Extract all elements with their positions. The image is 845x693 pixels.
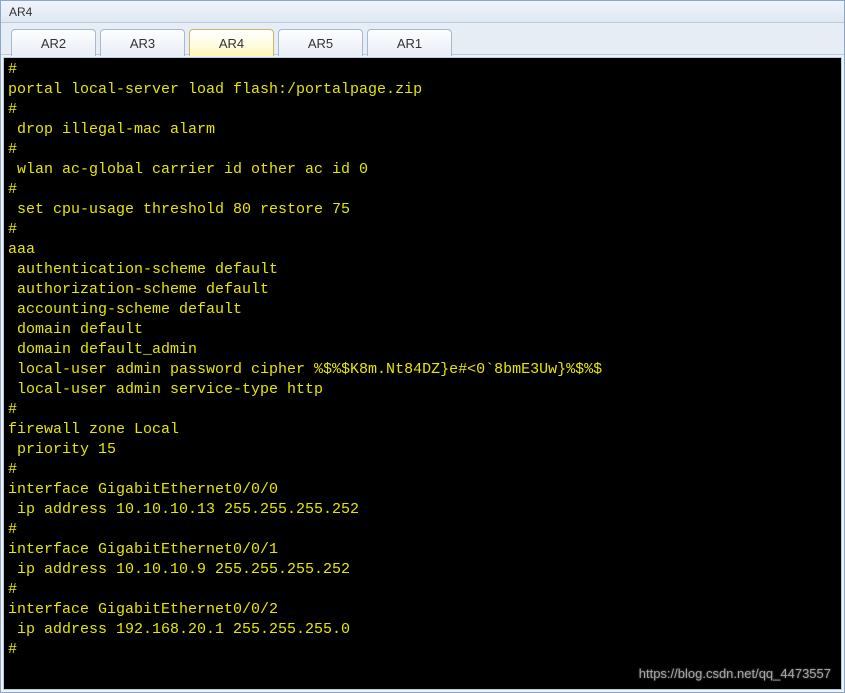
app-window: AR4 AR2 AR3 AR4 AR5 AR1 # portal local-s…	[0, 0, 845, 693]
tab-label: AR3	[130, 36, 155, 51]
tab-ar4[interactable]: AR4	[189, 29, 274, 56]
tab-ar5[interactable]: AR5	[278, 29, 363, 56]
title-bar: AR4	[1, 1, 844, 23]
terminal-output[interactable]: # portal local-server load flash:/portal…	[4, 58, 841, 689]
tab-ar1[interactable]: AR1	[367, 29, 452, 56]
tab-ar3[interactable]: AR3	[100, 29, 185, 56]
tab-bar: AR2 AR3 AR4 AR5 AR1	[1, 23, 844, 55]
tab-label: AR5	[308, 36, 333, 51]
window-title: AR4	[9, 5, 32, 19]
tab-ar2[interactable]: AR2	[11, 29, 96, 56]
tab-label: AR2	[41, 36, 66, 51]
tab-label: AR1	[397, 36, 422, 51]
terminal-container: # portal local-server load flash:/portal…	[3, 57, 842, 690]
tab-label: AR4	[219, 36, 244, 51]
